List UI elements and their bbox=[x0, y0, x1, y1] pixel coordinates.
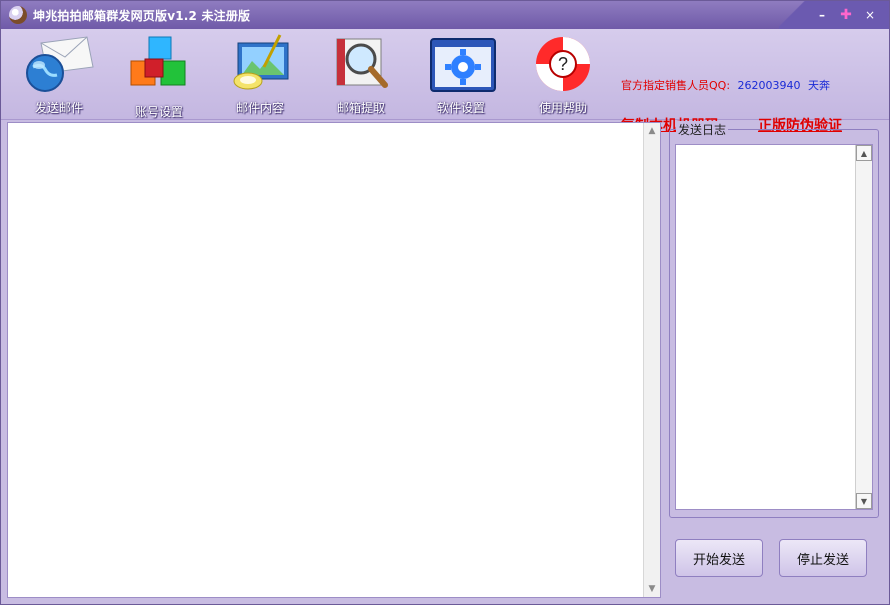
toolbar: 发送邮件 账号设置 邮件内容 邮箱提取 软件设置 ? 使用帮助 官方指定销售人员… bbox=[1, 29, 889, 134]
main-content-area[interactable]: ▲ ▼ bbox=[7, 122, 661, 598]
toolbar-account-settings[interactable]: 账号设置 bbox=[109, 33, 209, 119]
toolbar-label: 发送邮件 bbox=[34, 101, 83, 115]
window-title: 坤兆拍拍邮箱群发网页版v1.2 未注册版 bbox=[33, 9, 251, 23]
send-log-scrollbar[interactable]: ▲ ▼ bbox=[855, 145, 872, 509]
minimize-button[interactable]: – bbox=[813, 7, 831, 23]
paint-palette-icon bbox=[224, 33, 296, 95]
maximize-button[interactable]: ✚ bbox=[837, 7, 855, 23]
sales-contact: 官方指定销售人员QQ: 262003940 天奔 bbox=[621, 77, 830, 93]
send-log-title: 发送日志 bbox=[676, 121, 729, 138]
start-send-button[interactable]: 开始发送 bbox=[675, 539, 763, 577]
lifebuoy-help-icon: ? bbox=[527, 33, 599, 95]
toolbar-mail-content[interactable]: 邮件内容 bbox=[210, 33, 310, 117]
toolbar-email-extract[interactable]: 邮箱提取 bbox=[311, 33, 411, 117]
title-bar[interactable]: 坤兆拍拍邮箱群发网页版v1.2 未注册版 – ✚ × bbox=[1, 1, 889, 29]
scroll-up-arrow-icon[interactable]: ▲ bbox=[856, 145, 872, 161]
toolbar-label: 邮箱提取 bbox=[336, 101, 385, 115]
app-window: 坤兆拍拍邮箱群发网页版v1.2 未注册版 – ✚ × 发送邮件 账号设置 邮件内… bbox=[0, 0, 890, 605]
main-vertical-scrollbar[interactable]: ▲ ▼ bbox=[643, 123, 660, 597]
stop-send-button[interactable]: 停止发送 bbox=[779, 539, 867, 577]
toolbar-label: 使用帮助 bbox=[538, 101, 587, 115]
toolbar-label: 软件设置 bbox=[436, 101, 485, 115]
toolbar-send-mail[interactable]: 发送邮件 bbox=[9, 33, 109, 117]
send-log-textarea[interactable]: ▲ ▼ bbox=[675, 144, 873, 510]
sales-qq-number: 262003940 bbox=[737, 79, 801, 92]
toolbar-software-settings[interactable]: 软件设置 bbox=[411, 33, 511, 117]
toolbar-help[interactable]: ? 使用帮助 bbox=[513, 33, 613, 117]
sales-name: 天奔 bbox=[808, 79, 831, 92]
scroll-down-arrow-icon[interactable]: ▼ bbox=[856, 493, 872, 509]
svg-text:?: ? bbox=[558, 54, 568, 74]
app-logo-icon bbox=[9, 6, 27, 24]
cubes-icon bbox=[123, 33, 195, 95]
sales-contact-label: 官方指定销售人员QQ: bbox=[621, 79, 731, 92]
scroll-down-arrow-icon[interactable]: ▼ bbox=[644, 581, 660, 597]
book-magnifier-icon bbox=[325, 33, 397, 95]
gear-window-icon bbox=[425, 33, 497, 95]
close-button[interactable]: × bbox=[861, 7, 879, 23]
toolbar-label: 邮件内容 bbox=[235, 101, 284, 115]
envelope-globe-icon bbox=[23, 33, 95, 95]
scroll-up-arrow-icon[interactable]: ▲ bbox=[644, 123, 660, 139]
toolbar-label: 账号设置 bbox=[134, 105, 183, 119]
